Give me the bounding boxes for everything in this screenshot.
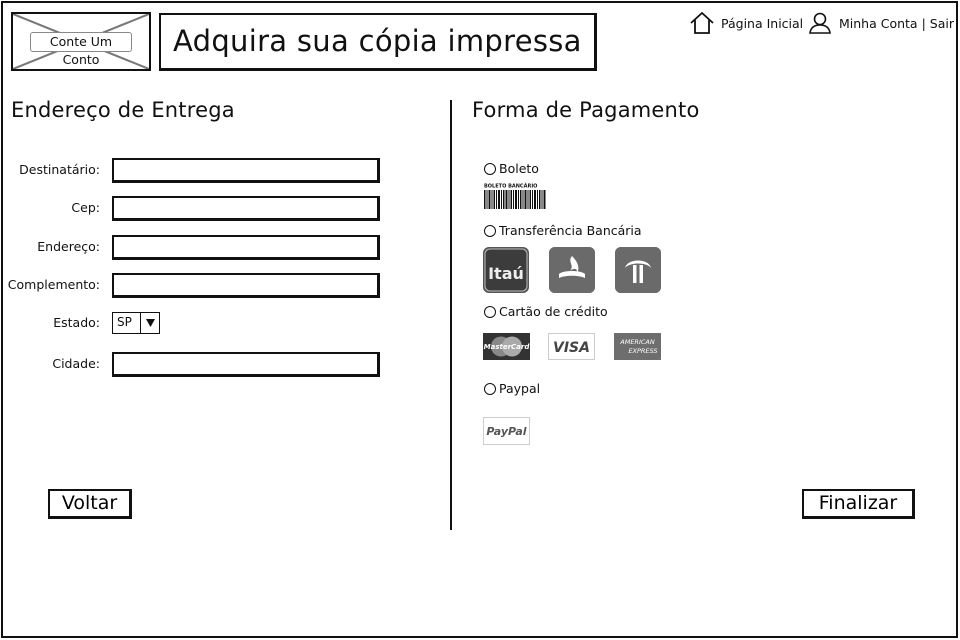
paypal-logo-icon: PayPal	[483, 417, 530, 445]
state-label: Estado:	[53, 315, 100, 330]
amex-label-line1: AMERICAN	[619, 338, 655, 346]
nav-account-link[interactable]: Minha Conta | Sair	[808, 11, 954, 35]
bank-transfer-option[interactable]: Transferência Bancária	[484, 223, 642, 238]
chevron-down-icon	[141, 313, 159, 333]
boleto-label: Boleto	[499, 161, 539, 176]
credit-card-radio[interactable]	[484, 305, 496, 318]
paypal-label: Paypal	[499, 381, 541, 396]
page-title: Adquira sua cópia impressa	[159, 13, 597, 71]
santander-logo-icon	[549, 247, 595, 293]
paypal-option[interactable]: Paypal	[484, 381, 540, 396]
boleto-radio[interactable]	[484, 162, 496, 175]
state-row: Estado: SP	[0, 312, 400, 338]
credit-card-label: Cartão de crédito	[499, 304, 608, 319]
address-label: Endereço:	[37, 239, 100, 254]
complement-row: Complemento:	[0, 273, 400, 299]
boleto-option[interactable]: Boleto	[484, 161, 539, 176]
home-icon	[690, 12, 714, 34]
recipient-label: Destinatário:	[19, 162, 100, 177]
recipient-row: Destinatário:	[0, 158, 400, 184]
city-input[interactable]	[112, 352, 380, 377]
barcode-icon: BOLETO BANCÁRIO	[483, 182, 547, 210]
cep-input[interactable]	[112, 196, 380, 221]
finish-button[interactable]: Finalizar	[802, 489, 915, 519]
nav-account-label: Minha Conta | Sair	[839, 15, 954, 31]
nav-home-label: Página Inicial	[721, 15, 804, 31]
mastercard-logo-icon: MasterCard	[483, 333, 530, 360]
bradesco-logo-icon	[615, 247, 661, 293]
state-select[interactable]: SP	[112, 312, 160, 334]
city-label: Cidade:	[52, 356, 100, 371]
amex-label-line2: EXPRESS	[628, 347, 657, 355]
bank-transfer-label: Transferência Bancária	[499, 223, 642, 238]
section-divider	[450, 100, 452, 530]
itau-label: Itaú	[488, 264, 524, 283]
amex-logo-icon: AMERICAN EXPRESS	[614, 333, 661, 360]
complement-label: Complemento:	[7, 277, 100, 292]
cep-row: Cep:	[0, 196, 400, 222]
visa-label: VISA	[553, 340, 590, 356]
complement-input[interactable]	[112, 273, 380, 298]
visa-logo-icon: VISA	[548, 333, 595, 360]
shipping-section-title: Endereço de Entrega	[11, 98, 235, 122]
back-button[interactable]: Voltar	[48, 489, 132, 519]
payment-section-title: Forma de Pagamento	[472, 98, 700, 122]
user-icon	[809, 12, 831, 34]
boleto-caption: BOLETO BANCÁRIO	[484, 183, 537, 190]
paypal-radio[interactable]	[484, 382, 496, 395]
recipient-input[interactable]	[112, 158, 380, 183]
logo-label: Conte Um Conto	[30, 32, 132, 67]
address-input[interactable]	[112, 235, 380, 260]
nav-home-link[interactable]: Página Inicial	[690, 11, 803, 35]
cep-label: Cep:	[71, 200, 100, 215]
address-row: Endereço:	[0, 235, 400, 261]
itau-logo-icon: Itaú	[483, 247, 529, 293]
logo-placeholder[interactable]: Conte Um Conto	[11, 12, 151, 71]
state-value: SP	[113, 313, 141, 333]
mastercard-label: MasterCard	[484, 343, 530, 351]
paypal-logo-label: PayPal	[486, 425, 526, 438]
city-row: Cidade:	[0, 352, 400, 378]
bank-transfer-radio[interactable]	[484, 224, 496, 237]
credit-card-option[interactable]: Cartão de crédito	[484, 304, 608, 319]
